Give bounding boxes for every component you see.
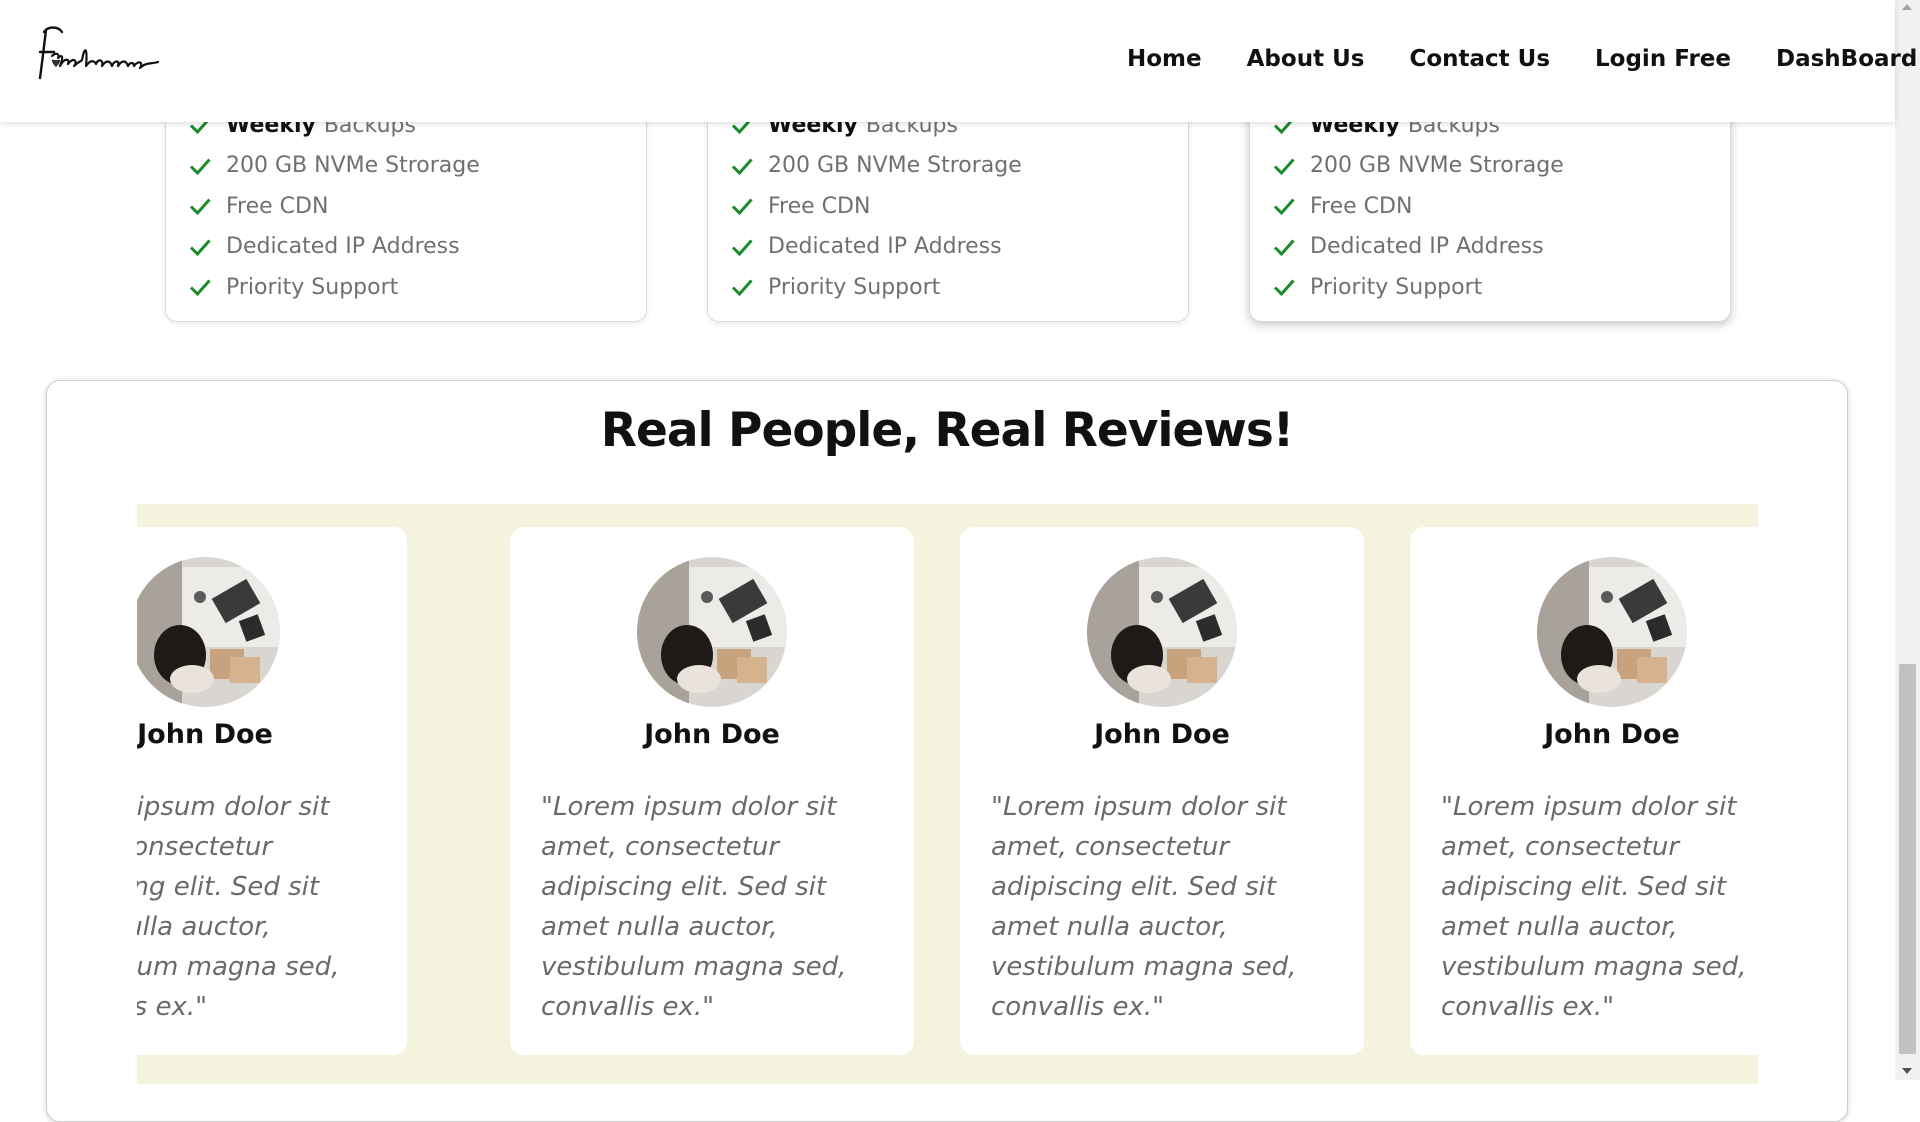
freelance-logo[interactable] [34, 22, 164, 84]
review-text: "Lorem ipsum dolor sit amet, consectetur… [991, 792, 1297, 1022]
plan-feature: Free CDN [188, 186, 480, 227]
avatar [1087, 557, 1237, 707]
nav-contact-us-link[interactable]: Contact Us [1409, 46, 1550, 72]
plan-feature: Dedicated IP Address [730, 227, 1022, 268]
nav-dashboard-link[interactable]: DashBoard [1776, 46, 1917, 72]
scroll-up-arrow-icon[interactable] [1902, 4, 1912, 10]
review-card: John Doe "Lorem ipsum dolor sit amet, co… [510, 527, 914, 1055]
plan-feature: Dedicated IP Address [1272, 227, 1564, 268]
review-card: John Doe "Lorem ipsum dolor sit amet, co… [137, 527, 407, 1055]
reviews-title: Real People, Real Reviews! [600, 403, 1295, 458]
check-icon [1273, 279, 1295, 297]
plan-feature: 200 GB NVMe Strorage [188, 146, 480, 187]
nav-home-link[interactable]: Home [1127, 46, 1202, 72]
reviewer-name: John Doe [1094, 719, 1230, 750]
plan-feature-list: Weekly Backups 200 GB NVMe Strorage Free … [730, 105, 1022, 308]
check-icon [731, 239, 753, 256]
nav-about-us-link[interactable]: About Us [1247, 46, 1365, 72]
check-icon [1273, 198, 1295, 216]
plan-feature: Priority Support [1272, 267, 1564, 308]
reviews-section: Real People, Real Reviews! John Doe ipsu… [46, 380, 1848, 1122]
plan-feature: Priority Support [188, 267, 480, 308]
review-text: "Lorem ipsum dolor sit amet, consectetur… [541, 792, 847, 1022]
check-icon [731, 198, 753, 216]
check-icon [731, 158, 753, 175]
check-icon [189, 239, 211, 256]
plan-feature: Dedicated IP Address [188, 227, 480, 268]
avatar [1537, 557, 1687, 707]
scroll-down-arrow-icon[interactable] [1902, 1068, 1912, 1074]
plan-feature: Priority Support [730, 267, 1022, 308]
avatar [637, 557, 787, 707]
check-icon [1273, 158, 1295, 175]
review-card: John Doe "Lorem ipsum dolor sit amet, co… [960, 527, 1364, 1055]
check-icon [189, 158, 211, 175]
plan-feature: Free CDN [730, 186, 1022, 227]
reviewer-name: John Doe [644, 719, 780, 750]
site-header: Home About Us Contact Us Login Free Dash… [0, 0, 1917, 122]
check-icon [1273, 239, 1295, 256]
avatar [137, 557, 280, 707]
review-card: John Doe "Lorem ipsum dolor sit amet, co… [1410, 527, 1758, 1055]
scrollbar-thumb[interactable] [1899, 664, 1916, 1054]
plan-feature-list: Weekly Backups 200 GB NVMe Strorage Free … [1272, 105, 1564, 308]
check-icon [189, 198, 211, 216]
review-text: "Lorem ipsum dolor sit amet, consectetur… [1441, 792, 1747, 1022]
reviewer-name: John Doe [137, 719, 273, 750]
check-icon [189, 279, 211, 297]
main-nav: Home About Us Contact Us Login Free Dash… [1127, 46, 1917, 72]
page-scrollbar[interactable] [1895, 0, 1920, 1080]
reviews-carousel[interactable]: John Doe "Lorem ipsum dolor sit amet, co… [137, 504, 1758, 1084]
reviewer-name: John Doe [1544, 719, 1680, 750]
plan-feature: Free CDN [1272, 186, 1564, 227]
nav-login-free-link[interactable]: Login Free [1595, 46, 1731, 72]
review-text: "Lorem ipsum dolor sit amet, consectetur… [137, 792, 340, 1022]
plan-feature: 200 GB NVMe Strorage [730, 146, 1022, 187]
plan-feature: 200 GB NVMe Strorage [1272, 146, 1564, 187]
check-icon [731, 279, 753, 297]
plan-feature-list: Weekly Backups 200 GB NVMe Strorage Free … [188, 105, 480, 308]
